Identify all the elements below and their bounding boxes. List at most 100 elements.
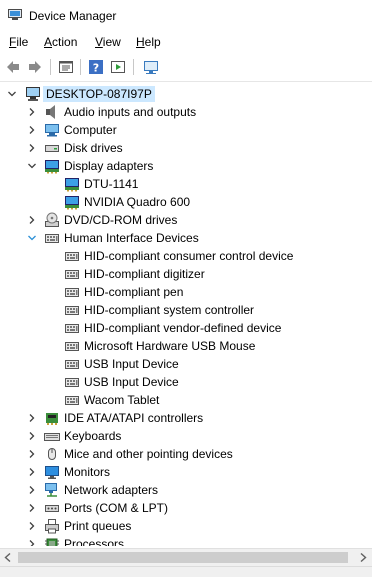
tree-device-microsoft-hardware-usb-mouse[interactable]: Microsoft Hardware USB Mouse [0, 337, 372, 355]
tree-device-hid-compliant-vendor-defined-device[interactable]: HID-compliant vendor-defined device [0, 319, 372, 337]
tree-node-label: DVD/CD-ROM drives [64, 213, 178, 227]
mouse-icon [48, 448, 56, 460]
speaker-icon [46, 105, 55, 119]
monitor-icon [45, 466, 59, 479]
hid-icon [65, 360, 79, 369]
horizontal-scrollbar[interactable] [0, 548, 372, 566]
display-adapter-icon [65, 196, 79, 210]
dvd-icon [45, 212, 59, 227]
hid-icon [65, 324, 79, 333]
toolbar-separator [50, 59, 51, 75]
window-title: Device Manager [29, 9, 117, 23]
tree-category-keyboards[interactable]: Keyboards [0, 427, 372, 445]
forward-button[interactable] [25, 57, 45, 77]
menu-action[interactable]: Action [44, 35, 77, 49]
tree-category-human-interface-devices[interactable]: Human Interface Devices [0, 229, 372, 247]
tree-node-label: Print queues [64, 519, 132, 533]
collapse-chevron-icon[interactable] [26, 157, 38, 175]
tree-node-label: USB Input Device [84, 375, 179, 389]
tree-node-label: Network adapters [64, 483, 159, 497]
tree-device-hid-compliant-digitizer[interactable]: HID-compliant digitizer [0, 265, 372, 283]
ide-controller-icon [46, 413, 58, 425]
tree-device-hid-compliant-consumer-control-device[interactable]: HID-compliant consumer control device [0, 247, 372, 265]
tree-device-nvidia-quadro-600[interactable]: NVIDIA Quadro 600 [0, 193, 372, 211]
tree-device-wacom-tablet[interactable]: Wacom Tablet [0, 391, 372, 409]
tree-category-audio-inputs-and-outputs[interactable]: Audio inputs and outputs [0, 103, 372, 121]
toolbar: ? [0, 53, 372, 82]
expand-chevron-icon[interactable] [26, 499, 38, 517]
expand-chevron-icon[interactable] [26, 103, 38, 121]
tree-node-label: USB Input Device [84, 357, 179, 371]
tree-category-computer[interactable]: Computer [0, 121, 372, 139]
tree-node-label: HID-compliant digitizer [84, 267, 205, 281]
scroll-right-arrow-icon[interactable] [359, 553, 367, 562]
tree-node-label: Audio inputs and outputs [64, 105, 197, 119]
tree-category-print-queues[interactable]: Print queues [0, 517, 372, 535]
tree-node-label: Monitors [64, 465, 111, 479]
menu-help-label: elp [144, 35, 161, 49]
hid-icon [65, 288, 79, 297]
display-adapter-icon [45, 160, 59, 174]
menu-bar: File Action View Help [0, 32, 372, 52]
tree-category-network-adapters[interactable]: Network adapters [0, 481, 372, 499]
tree-node-label: Disk drives [64, 141, 123, 155]
tree-node-label: Microsoft Hardware USB Mouse [84, 339, 256, 353]
expand-chevron-icon[interactable] [26, 481, 38, 499]
device-manager-icon [8, 9, 22, 20]
tree-root[interactable]: DESKTOP-087I97P [0, 85, 372, 103]
hid-icon [65, 342, 79, 351]
tree-device-usb-input-device[interactable]: USB Input Device [0, 373, 372, 391]
menu-help[interactable]: Help [136, 35, 161, 49]
tree-category-ide-ata-atapi-controllers[interactable]: IDE ATA/ATAPI controllers [0, 409, 372, 427]
expand-chevron-icon[interactable] [26, 463, 38, 481]
expand-chevron-icon[interactable] [26, 427, 38, 445]
menu-action-accelerator: A [44, 35, 53, 49]
tree-category-dvd-cd-rom-drives[interactable]: DVD/CD-ROM drives [0, 211, 372, 229]
expand-chevron-icon[interactable] [26, 517, 38, 535]
tree-node-label: Display adapters [64, 159, 154, 173]
tree-category-ports-com-lpt[interactable]: Ports (COM & LPT) [0, 499, 372, 517]
expand-chevron-icon[interactable] [26, 535, 38, 546]
hid-icon [45, 234, 59, 243]
help-button[interactable]: ? [86, 57, 106, 77]
expand-chevron-icon[interactable] [26, 139, 38, 157]
scan-hardware-button[interactable] [141, 57, 161, 77]
tree-category-processors[interactable]: Processors [0, 535, 372, 546]
back-arrow-icon [7, 61, 19, 73]
tree-device-dtu-1141[interactable]: DTU-1141 [0, 175, 372, 193]
expand-chevron-icon[interactable] [26, 445, 38, 463]
hid-icon [65, 396, 79, 405]
tree-category-display-adapters[interactable]: Display adapters [0, 157, 372, 175]
tree-device-hid-compliant-system-controller[interactable]: HID-compliant system controller [0, 301, 372, 319]
run-button[interactable] [108, 57, 128, 77]
tree-node-label: Ports (COM & LPT) [64, 501, 169, 515]
tree-category-mice-and-other-pointing-devices[interactable]: Mice and other pointing devices [0, 445, 372, 463]
back-button[interactable] [3, 57, 23, 77]
tree-device-usb-input-device[interactable]: USB Input Device [0, 355, 372, 373]
properties-button[interactable] [56, 57, 76, 77]
tree-category-disk-drives[interactable]: Disk drives [0, 139, 372, 157]
hid-icon [65, 252, 79, 261]
computer-icon [26, 87, 40, 101]
tree-category-monitors[interactable]: Monitors [0, 463, 372, 481]
help-icon: ? [89, 60, 103, 75]
menu-view-label: iew [102, 35, 121, 49]
scroll-left-arrow-icon[interactable] [4, 553, 12, 562]
collapse-chevron-icon[interactable] [6, 85, 18, 103]
tree-node-label: Human Interface Devices [64, 231, 199, 245]
expand-chevron-icon[interactable] [26, 121, 38, 139]
tree-node-label: NVIDIA Quadro 600 [84, 195, 191, 209]
menu-action-label: ction [52, 35, 78, 49]
tree-node-label: Wacom Tablet [84, 393, 160, 407]
display-adapter-icon [65, 178, 79, 192]
hid-icon [65, 378, 79, 387]
menu-file[interactable]: File [9, 35, 28, 49]
tree-device-hid-compliant-pen[interactable]: HID-compliant pen [0, 283, 372, 301]
scrollbar-thumb[interactable] [18, 552, 348, 563]
collapse-chevron-icon[interactable] [26, 229, 38, 247]
expand-chevron-icon[interactable] [26, 211, 38, 229]
menu-view[interactable]: View [95, 35, 121, 49]
monitor-scan-icon [144, 61, 158, 74]
expand-chevron-icon[interactable] [26, 409, 38, 427]
status-bar [0, 566, 372, 577]
